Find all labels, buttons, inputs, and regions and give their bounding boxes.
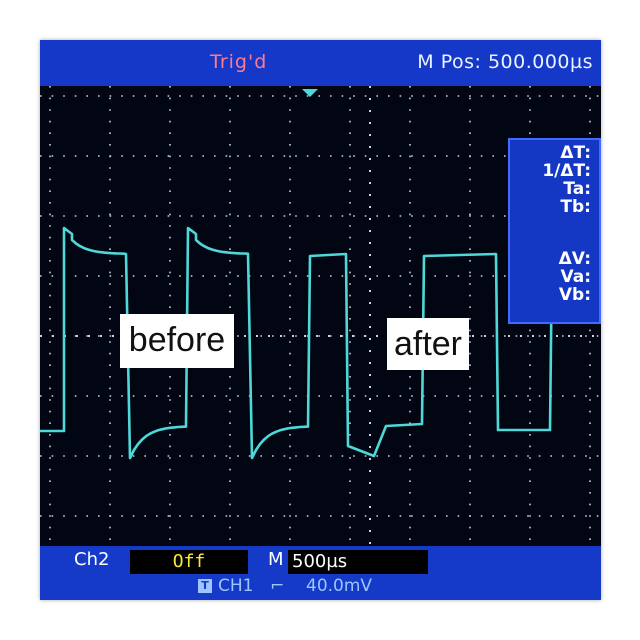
timebase-prefix: M bbox=[268, 549, 284, 570]
oscilloscope-display: Trig'd M Pos: 500.000µs before after ΔT:… bbox=[40, 40, 601, 600]
trigger-status: Trig'd bbox=[210, 51, 268, 73]
ch2-label[interactable]: Ch2 bbox=[74, 549, 109, 570]
trigger-icon: T bbox=[198, 579, 212, 593]
vb-label: Vb: bbox=[558, 285, 591, 305]
label-after: after bbox=[387, 318, 469, 370]
waveform-screen: before after ΔT: 1/ΔT: Ta: Tb: ΔV: Va: V… bbox=[40, 86, 601, 546]
trigger-level: 40.0mV bbox=[306, 576, 373, 596]
cursor-measurement-panel: ΔT: 1/ΔT: Ta: Tb: ΔV: Va: Vb: bbox=[508, 138, 601, 324]
delta-v-label: ΔV: bbox=[558, 249, 591, 269]
ch2-state: Off bbox=[130, 550, 248, 574]
label-before: before bbox=[120, 314, 234, 368]
trigger-slope-icon: ⌐ bbox=[270, 576, 285, 596]
status-bar: Trig'd M Pos: 500.000µs bbox=[40, 40, 601, 86]
horizontal-position: M Pos: 500.000µs bbox=[417, 51, 593, 73]
va-label: Va: bbox=[560, 267, 592, 287]
inverse-delta-t-label: 1/ΔT: bbox=[542, 161, 591, 181]
delta-t-label: ΔT: bbox=[560, 143, 591, 163]
tb-label: Tb: bbox=[560, 197, 591, 217]
trigger-source: CH1 bbox=[218, 576, 254, 596]
channel-info-bar: Ch2 Off M 500µs T CH1 ⌐ 40.0mV bbox=[40, 546, 601, 600]
trigger-position-marker bbox=[302, 89, 318, 97]
ta-label: Ta: bbox=[563, 179, 591, 199]
timebase-value[interactable]: 500µs bbox=[288, 550, 428, 574]
